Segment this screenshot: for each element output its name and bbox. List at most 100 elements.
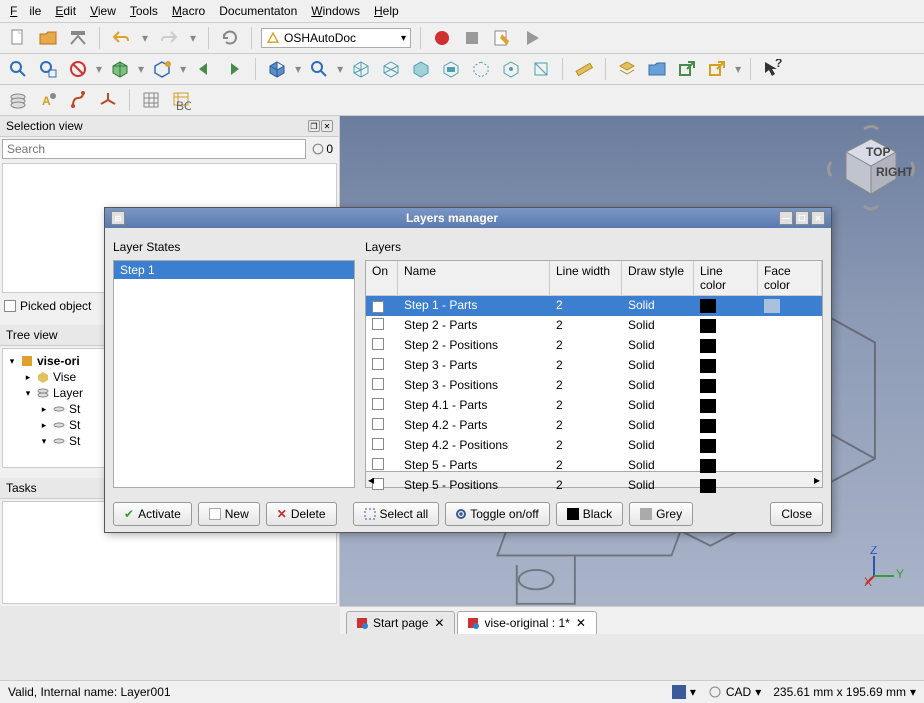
layer-facecolor[interactable] [758,476,822,495]
ruler-icon[interactable] [572,57,596,81]
help-pointer-icon[interactable]: ? [760,57,784,81]
menu-macro[interactable]: Macro [166,2,211,20]
menu-view[interactable]: View [84,2,122,20]
layer-facecolor[interactable] [758,456,822,475]
wireframe1-icon[interactable] [349,57,373,81]
export2-icon[interactable] [705,57,729,81]
layer-on-checkbox[interactable]: ✓ [372,301,384,313]
menu-file[interactable]: File [4,2,47,20]
layer-facecolor[interactable] [758,316,822,335]
layer-linecolor[interactable] [694,376,758,395]
undo-dropdown-icon[interactable]: ▾ [139,26,151,50]
record-macro-icon[interactable] [430,26,454,50]
tab-close-icon[interactable]: ✕ [432,616,446,630]
redo-icon[interactable] [157,26,181,50]
edit-macro-icon[interactable] [490,26,514,50]
wireframe7-icon[interactable] [529,57,553,81]
grid-icon[interactable] [139,88,163,112]
layer-linecolor[interactable] [694,396,758,415]
dialog-minimize-icon[interactable]: — [779,211,793,225]
dialog-sysmenu-icon[interactable]: ⊞ [111,211,125,225]
layer-row[interactable]: Step 3 - Positions2Solid [366,376,822,396]
header-drawstyle[interactable]: Draw style [622,261,694,295]
layer-facecolor[interactable] [758,376,822,395]
undo-icon[interactable] [109,26,133,50]
wireframe2-icon[interactable] [379,57,403,81]
refresh-icon[interactable] [218,26,242,50]
arrow-right-icon[interactable] [222,57,246,81]
layer-linecolor[interactable] [694,356,758,375]
nav-cube[interactable]: TOP RIGHT [826,124,916,214]
layer-state-row[interactable]: Step 1 [114,261,354,279]
isometric-icon[interactable] [108,57,132,81]
layer-row[interactable]: Step 5 - Parts2Solid [366,456,822,476]
activate-button[interactable]: ✔Activate [113,502,192,526]
layer-row[interactable]: Step 5 - Positions2Solid [366,476,822,496]
folder-icon[interactable] [645,57,669,81]
grey-button[interactable]: Grey [629,502,693,526]
layer-row[interactable]: Step 2 - Parts2Solid [366,316,822,336]
header-name[interactable]: Name [398,261,550,295]
cube-icon[interactable] [265,57,289,81]
layer-on-checkbox[interactable] [372,398,384,410]
layer-on-checkbox[interactable] [372,358,384,370]
wireframe6-icon[interactable] [499,57,523,81]
layer-linecolor[interactable] [694,336,758,355]
new-button[interactable]: New [198,502,260,526]
close-button[interactable]: Close [770,502,823,526]
layer-facecolor[interactable] [758,396,822,415]
run-macro-icon[interactable] [520,26,544,50]
axis3d-icon[interactable] [96,88,120,112]
menu-documentation[interactable]: Documentaton [213,2,303,20]
no-icon[interactable] [66,57,90,81]
black-button[interactable]: Black [556,502,623,526]
status-color[interactable]: ▾ [672,685,696,699]
layer-facecolor[interactable] [758,296,822,315]
new-doc-icon[interactable] [6,26,30,50]
select-all-button[interactable]: Select all [353,502,440,526]
layer-on-checkbox[interactable] [372,378,384,390]
header-facecolor[interactable]: Face color [758,261,822,295]
layer-on-checkbox[interactable] [372,318,384,330]
save-icon[interactable] [66,26,90,50]
annotation-icon[interactable]: A [36,88,60,112]
layer-linecolor[interactable] [694,476,758,495]
workbench-selector[interactable]: OSHAutoDoc [261,28,411,48]
header-linewidth[interactable]: Line width [550,261,622,295]
status-nav-style[interactable]: CAD ▾ [708,685,761,699]
layer-on-checkbox[interactable] [372,338,384,350]
export-icon[interactable] [675,57,699,81]
zoom-fit-icon[interactable] [6,57,30,81]
layer-row[interactable]: Step 2 - Positions2Solid [366,336,822,356]
menu-tools[interactable]: Tools [124,2,164,20]
layer-linecolor[interactable] [694,296,758,315]
zoom-selection-icon[interactable] [36,57,60,81]
layer-linecolor[interactable] [694,436,758,455]
layer-facecolor[interactable] [758,436,822,455]
layer-row[interactable]: Step 4.2 - Positions2Solid [366,436,822,456]
dialog-close-icon[interactable]: ✕ [811,211,825,225]
layer-on-checkbox[interactable] [372,438,384,450]
dialog-maximize-icon[interactable]: ☐ [795,211,809,225]
stop-macro-icon[interactable] [460,26,484,50]
status-dimensions[interactable]: 235.61 mm x 195.69 mm ▾ [773,685,916,699]
layer-facecolor[interactable] [758,336,822,355]
tab-close-icon[interactable]: ✕ [574,616,588,630]
branch-icon[interactable] [66,88,90,112]
close-panel-icon[interactable]: ✕ [321,120,333,132]
bom-icon[interactable]: BOM [169,88,193,112]
layer-linecolor[interactable] [694,416,758,435]
search-input[interactable] [2,139,306,159]
undock-icon[interactable]: ❐ [308,120,320,132]
wireframe5-icon[interactable] [469,57,493,81]
layer-states-list[interactable]: Step 1 [113,260,355,488]
layer-linecolor[interactable] [694,316,758,335]
layer-row[interactable]: ✓Step 1 - Parts2Solid [366,296,822,316]
layer-linecolor[interactable] [694,456,758,475]
open-icon[interactable] [36,26,60,50]
header-linecolor[interactable]: Line color [694,261,758,295]
tab-start-page[interactable]: Start page ✕ [346,611,455,634]
redo-dropdown-icon[interactable]: ▾ [187,26,199,50]
header-on[interactable]: On [366,261,398,295]
tab-document[interactable]: vise-original : 1* ✕ [457,611,596,634]
